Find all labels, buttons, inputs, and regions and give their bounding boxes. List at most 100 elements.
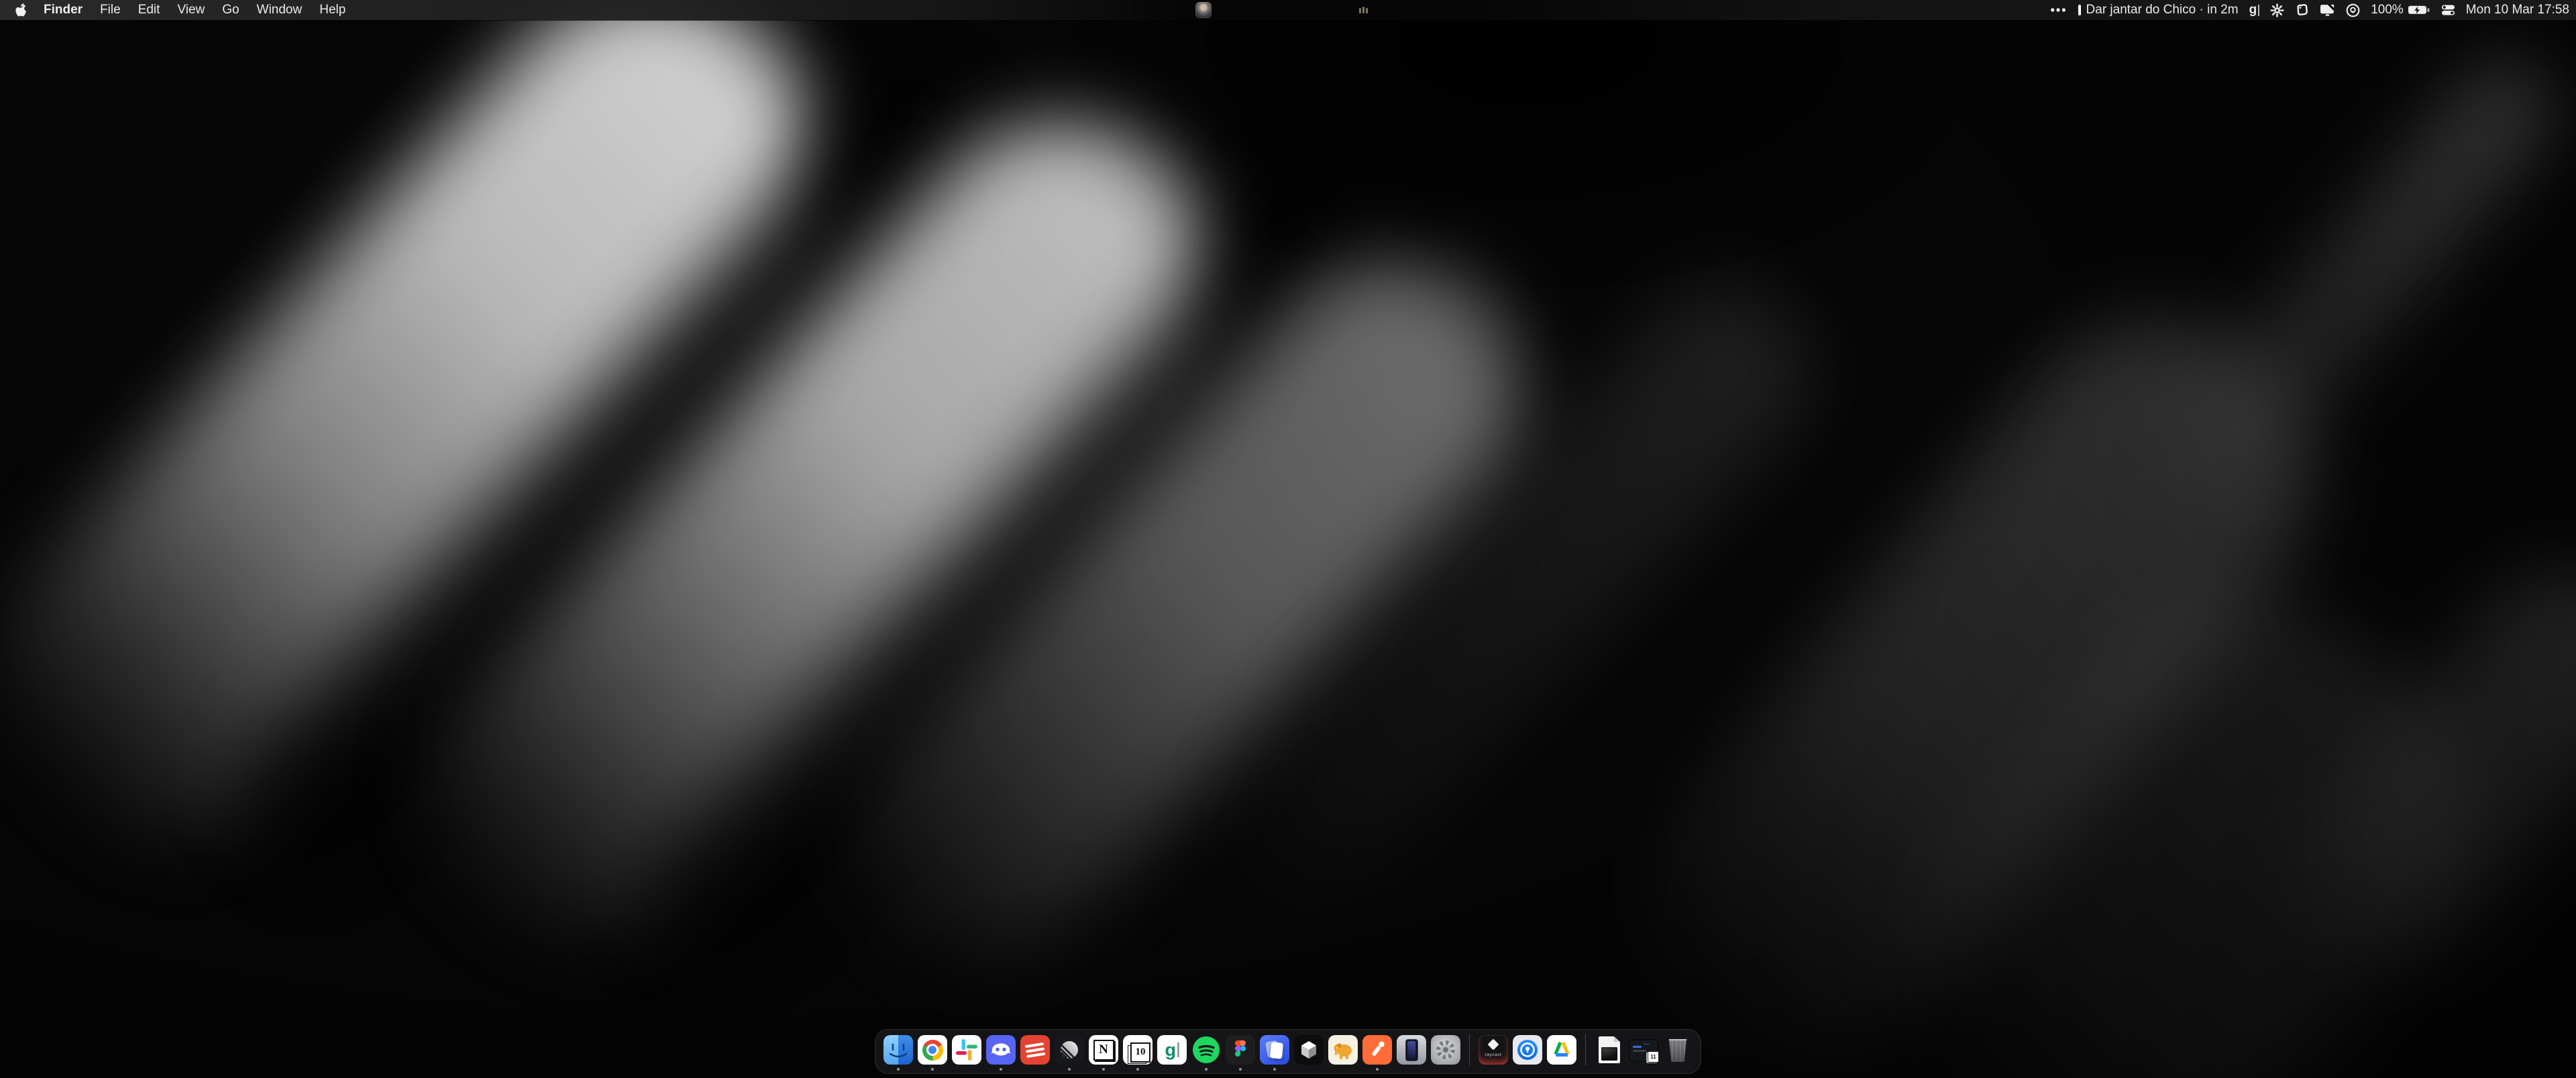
finder-icon — [883, 1035, 913, 1065]
dock-item-todoist[interactable] — [1020, 1035, 1050, 1065]
dock-item-figma[interactable] — [1226, 1035, 1255, 1065]
event-color-bar-icon — [2078, 5, 2081, 15]
dock-item-trash[interactable] — [1663, 1035, 1693, 1065]
grammarly-menu-item[interactable]: g — [2249, 3, 2260, 17]
calendar-date: 10 — [1130, 1042, 1150, 1063]
blob-app-icon — [2295, 3, 2309, 17]
user-avatar[interactable] — [1195, 2, 1212, 18]
desktop: Finder File Edit View Go Window Help •••… — [0, 0, 2576, 1078]
apple-icon — [15, 3, 26, 17]
grammarly-g-glyph: g — [1165, 1041, 1177, 1059]
menu-window[interactable]: Window — [257, 3, 303, 17]
audio-level-bars-icon[interactable] — [1359, 7, 1368, 13]
dock-item-grammarly[interactable]: g — [1157, 1035, 1187, 1065]
menu-bar: Finder File Edit View Go Window Help •••… — [0, 0, 2576, 20]
dock-separator — [1469, 1034, 1470, 1065]
dock-item-1password[interactable] — [1513, 1035, 1542, 1065]
dock-item-document[interactable] — [1595, 1035, 1624, 1065]
discord-icon — [986, 1035, 1016, 1065]
menu-file[interactable]: File — [100, 3, 121, 17]
dock: N 10 g — [875, 1029, 1701, 1074]
dock-item-finder[interactable] — [883, 1035, 913, 1065]
running-indicator — [1239, 1068, 1242, 1071]
minimized-window-thumbnail: 11 — [1629, 1040, 1658, 1069]
sunburst-icon — [2270, 3, 2284, 17]
raycast-label: raycast — [1485, 1053, 1501, 1057]
menu-view[interactable]: View — [177, 3, 205, 17]
dock-item-system-settings[interactable] — [1431, 1035, 1460, 1065]
notion-icon: N — [1089, 1035, 1118, 1065]
raycast-icon: raycast — [1479, 1035, 1508, 1065]
menu-app-name[interactable]: Finder — [44, 3, 83, 17]
dock-item-simulator[interactable] — [1397, 1035, 1426, 1065]
dock-item-minimized-window[interactable]: 11 — [1629, 1035, 1658, 1065]
running-indicator — [1000, 1068, 1002, 1071]
sunburst-menu-item[interactable] — [2270, 3, 2284, 17]
dock-item-postgres[interactable] — [1328, 1035, 1358, 1065]
battery-percent: 100% — [2371, 3, 2404, 17]
google-drive-icon — [1547, 1035, 1576, 1065]
dock-item-notion[interactable]: N — [1089, 1035, 1118, 1065]
dock-separator — [1585, 1034, 1586, 1065]
text-caret-icon — [1177, 1042, 1179, 1057]
grammarly-app-icon: g — [1157, 1035, 1187, 1065]
trash-icon — [1663, 1039, 1693, 1069]
text-caret-icon — [2258, 5, 2259, 16]
chrome-icon — [918, 1035, 947, 1065]
dock-item-notion-calendar[interactable]: 10 — [1123, 1035, 1152, 1065]
dock-item-spotify[interactable] — [1191, 1035, 1221, 1065]
postgres-elephant-icon — [1328, 1035, 1358, 1065]
onepassword-icon — [2346, 3, 2360, 17]
running-indicator — [1136, 1068, 1139, 1071]
wallpaper — [0, 0, 2576, 1078]
postman-icon — [1362, 1035, 1392, 1065]
notion-calendar-icon: 10 — [1123, 1035, 1152, 1065]
dock-item-slack[interactable] — [952, 1035, 981, 1065]
figma-icon — [1226, 1035, 1255, 1065]
menu-edit[interactable]: Edit — [138, 3, 160, 17]
menu-help[interactable]: Help — [319, 3, 345, 17]
running-indicator — [1273, 1068, 1276, 1071]
running-indicator — [1068, 1068, 1071, 1071]
apple-menu[interactable] — [15, 3, 26, 17]
dock-item-unity[interactable] — [1294, 1035, 1324, 1065]
running-indicator — [897, 1068, 900, 1071]
control-center-menu-item[interactable] — [2441, 5, 2455, 15]
dock-item-google-drive[interactable] — [1547, 1035, 1576, 1065]
running-indicator — [1102, 1068, 1105, 1071]
document-file-icon — [1595, 1036, 1624, 1066]
unity-icon — [1294, 1035, 1324, 1065]
display-icon — [2320, 4, 2335, 17]
grammarly-icon: g — [2249, 3, 2257, 17]
event-text: Dar jantar do Chico · in 2m — [2086, 3, 2239, 17]
1password-icon — [1513, 1035, 1542, 1065]
system-settings-gear-icon — [1431, 1035, 1460, 1065]
dock-item-craft[interactable] — [1260, 1035, 1289, 1065]
raycast-diamond-icon — [1488, 1039, 1499, 1050]
running-indicator — [1376, 1068, 1379, 1071]
dock-item-chrome[interactable] — [918, 1035, 947, 1065]
running-indicator — [931, 1068, 934, 1071]
dock-item-discord[interactable] — [986, 1035, 1016, 1065]
dock-item-linear[interactable] — [1055, 1035, 1084, 1065]
craft-icon — [1260, 1035, 1289, 1065]
notion-n-glyph: N — [1093, 1040, 1114, 1061]
minimized-app-badge: 11 — [1648, 1051, 1659, 1063]
dock-item-raycast[interactable]: raycast — [1479, 1035, 1508, 1065]
calendar-event-item[interactable]: Dar jantar do Chico · in 2m — [2078, 3, 2239, 17]
spotify-icon — [1191, 1035, 1221, 1065]
running-indicator — [1205, 1068, 1208, 1071]
battery-status[interactable]: 100% — [2371, 3, 2430, 17]
menubar-overflow-button[interactable]: ••• — [2051, 3, 2068, 17]
menubar-clock[interactable]: Mon 10 Mar 17:58 — [2466, 3, 2569, 17]
control-center-icon — [2441, 5, 2455, 15]
blob-app-menu-item[interactable] — [2295, 3, 2309, 17]
slack-icon — [952, 1035, 981, 1065]
todoist-icon — [1020, 1035, 1050, 1065]
display-menu-item[interactable] — [2320, 4, 2335, 17]
linear-icon — [1055, 1035, 1084, 1065]
onepassword-menu-item[interactable] — [2346, 3, 2360, 17]
battery-charging-icon — [2408, 5, 2430, 15]
menu-go[interactable]: Go — [222, 3, 239, 17]
dock-item-postman[interactable] — [1362, 1035, 1392, 1065]
